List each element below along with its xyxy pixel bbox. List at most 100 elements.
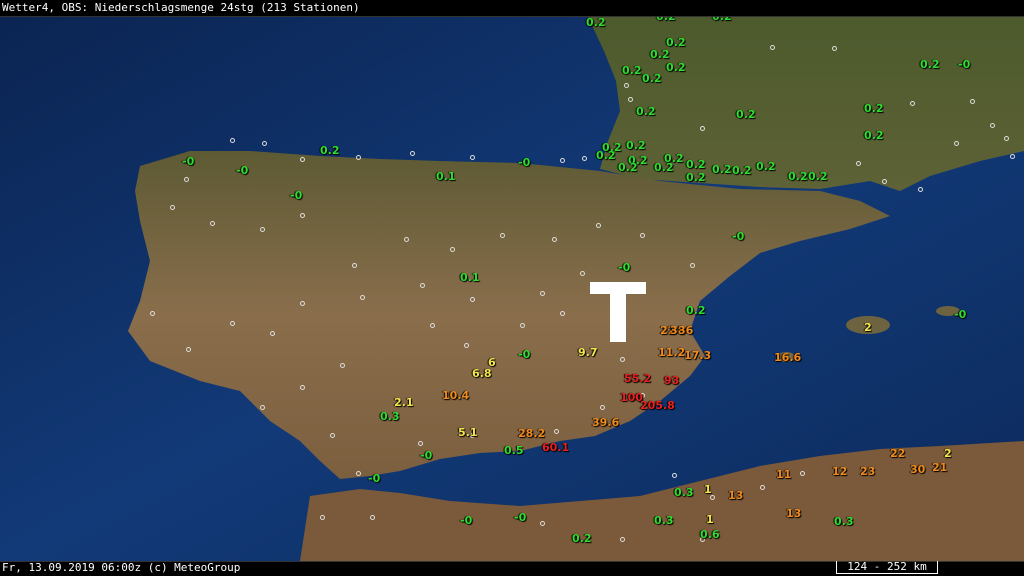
precip-value[interactable]: 0.2: [642, 73, 662, 85]
precip-value[interactable]: -0: [518, 157, 530, 169]
precip-value[interactable]: 205.8: [640, 400, 675, 412]
precip-value[interactable]: 22: [890, 448, 905, 460]
precip-value[interactable]: 39.6: [592, 417, 619, 429]
precip-value[interactable]: 12: [832, 466, 847, 478]
precip-value[interactable]: 0.2: [712, 164, 732, 176]
precip-value[interactable]: -0: [182, 156, 194, 168]
precip-value[interactable]: 0.5: [504, 445, 524, 457]
precip-value[interactable]: 0.2: [618, 162, 638, 174]
precip-value[interactable]: 0.2: [636, 106, 656, 118]
station-marker: [300, 157, 305, 162]
precip-value[interactable]: 0.3: [674, 487, 694, 499]
precip-value[interactable]: 6.8: [472, 368, 492, 380]
precip-value[interactable]: 13: [786, 508, 801, 520]
precip-value[interactable]: -0: [236, 165, 248, 177]
station-marker: [582, 156, 587, 161]
precip-value[interactable]: 30: [910, 464, 925, 476]
map-title: Wetter4, OBS: Niederschlagsmenge 24stg (…: [2, 1, 360, 14]
precip-value[interactable]: -0: [732, 231, 744, 243]
precip-value[interactable]: 0.2: [596, 150, 616, 162]
precip-value[interactable]: 1: [706, 514, 714, 526]
precip-value[interactable]: 11.2: [658, 347, 685, 359]
precip-value[interactable]: 0.2: [756, 161, 776, 173]
precip-value[interactable]: 0.2: [626, 140, 646, 152]
precip-value[interactable]: 0.6: [700, 529, 720, 541]
precip-value[interactable]: 0.1: [460, 272, 480, 284]
station-marker: [760, 485, 765, 490]
precip-value[interactable]: 0.2: [732, 165, 752, 177]
precip-value[interactable]: 0.2: [686, 172, 706, 184]
precip-value[interactable]: -0: [420, 450, 432, 462]
precip-value[interactable]: 9.7: [578, 347, 598, 359]
precip-value[interactable]: 36: [678, 325, 693, 337]
station-marker: [320, 515, 325, 520]
precip-value[interactable]: 2: [864, 322, 872, 334]
precip-value[interactable]: 0.2: [666, 62, 686, 74]
precip-value[interactable]: -0: [368, 473, 380, 485]
station-marker: [300, 301, 305, 306]
precip-value[interactable]: 93: [664, 375, 679, 387]
precip-value[interactable]: 0.2: [622, 65, 642, 77]
precip-value[interactable]: -0: [618, 262, 630, 274]
precip-value[interactable]: 0.2: [686, 305, 706, 317]
precip-value[interactable]: 16.6: [774, 352, 801, 364]
precip-value[interactable]: 0.3: [834, 516, 854, 528]
precip-value[interactable]: -0: [954, 309, 966, 321]
station-marker: [540, 521, 545, 526]
precip-value[interactable]: 0.2: [788, 171, 808, 183]
precip-value[interactable]: 10.4: [442, 390, 469, 402]
precip-value[interactable]: 23: [860, 466, 875, 478]
precip-value[interactable]: 0.2: [572, 533, 592, 545]
precip-value[interactable]: 0.2: [650, 49, 670, 61]
precip-value[interactable]: 55.2: [624, 373, 651, 385]
precip-value[interactable]: 0.2: [654, 162, 674, 174]
precip-value[interactable]: 0.2: [736, 109, 756, 121]
station-marker: [620, 537, 625, 542]
precip-value[interactable]: 28.2: [518, 428, 545, 440]
station-marker: [418, 441, 423, 446]
precip-value[interactable]: 0.3: [380, 411, 400, 423]
station-marker: [230, 138, 235, 143]
station-marker: [520, 323, 525, 328]
station-marker: [990, 123, 995, 128]
precip-value[interactable]: -0: [460, 515, 472, 527]
precip-value[interactable]: 0.2: [320, 145, 340, 157]
precip-value[interactable]: 0.1: [436, 171, 456, 183]
precip-value[interactable]: 0.3: [654, 515, 674, 527]
precip-value[interactable]: -0: [290, 190, 302, 202]
station-marker: [356, 471, 361, 476]
precip-value[interactable]: 0.2: [864, 103, 884, 115]
station-marker: [420, 283, 425, 288]
station-marker: [596, 223, 601, 228]
station-marker: [370, 515, 375, 520]
precip-value[interactable]: 2: [944, 448, 952, 460]
station-marker: [882, 179, 887, 184]
precip-value[interactable]: 1: [704, 484, 712, 496]
precip-value[interactable]: 17.3: [684, 350, 711, 362]
station-marker: [340, 363, 345, 368]
station-marker: [500, 233, 505, 238]
precip-value[interactable]: 21: [932, 462, 947, 474]
precip-value[interactable]: 0.2: [864, 130, 884, 142]
precipitation-map[interactable]: 0.2 0.2 0.2 0.2 0.2 0.2 0.2 0.2 0.2 -0 0.2 0.2 0.2 0.…: [0, 16, 1024, 562]
precip-value[interactable]: -0: [518, 349, 530, 361]
station-marker: [300, 385, 305, 390]
precip-value[interactable]: 0.2: [712, 17, 732, 23]
precip-value[interactable]: 0.2: [656, 17, 676, 23]
precip-value[interactable]: 0.2: [686, 159, 706, 171]
precip-value[interactable]: 5.1: [458, 427, 478, 439]
precip-value[interactable]: -0: [958, 59, 970, 71]
precip-value[interactable]: 2.1: [394, 397, 414, 409]
station-marker: [404, 237, 409, 242]
precip-value[interactable]: 0.2: [808, 171, 828, 183]
map-background: [0, 17, 1024, 561]
precip-value[interactable]: -0: [514, 512, 526, 524]
station-marker: [356, 155, 361, 160]
precip-value[interactable]: 13: [728, 490, 743, 502]
precip-value[interactable]: 0.2: [920, 59, 940, 71]
precip-value[interactable]: 0.2: [586, 17, 606, 29]
precip-value[interactable]: 60.1: [542, 442, 569, 454]
station-marker: [552, 237, 557, 242]
precip-value[interactable]: 11: [776, 469, 791, 481]
station-marker: [210, 221, 215, 226]
